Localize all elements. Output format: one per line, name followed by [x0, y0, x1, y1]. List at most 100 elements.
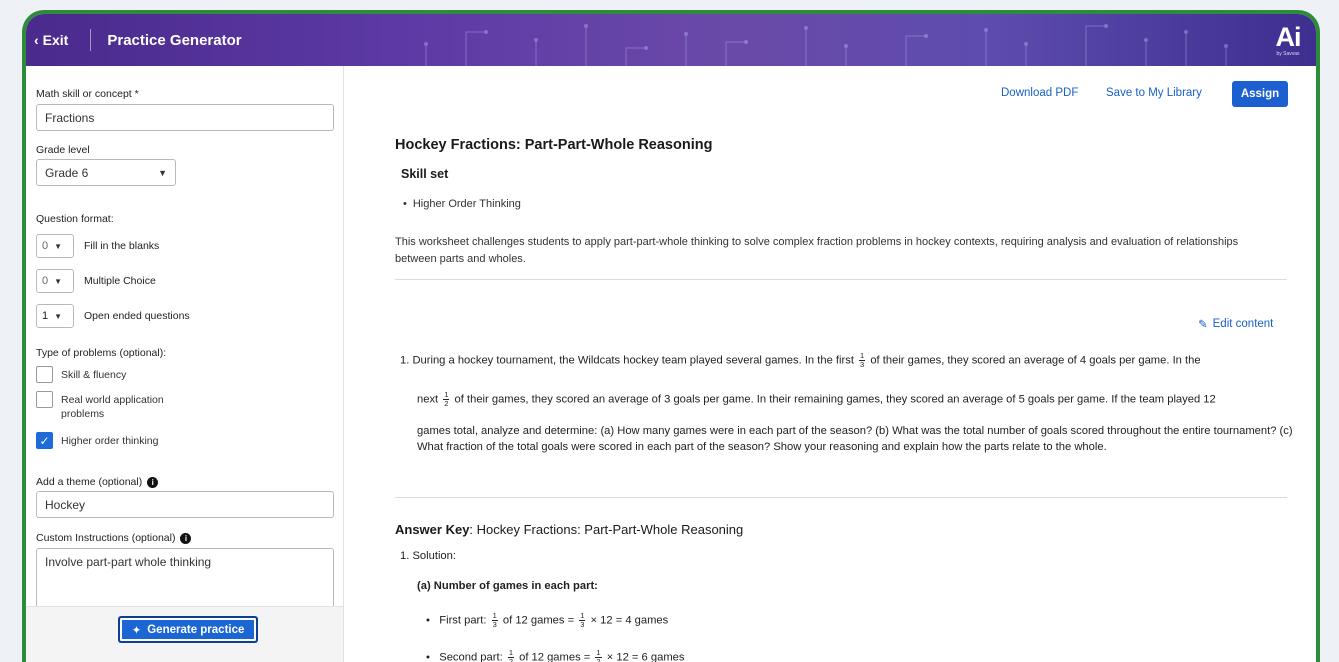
answer-text: of 12 games =	[502, 614, 575, 627]
skill-label: Math skill or concept *	[36, 88, 139, 100]
custom-label: Custom Instructions (optional)	[36, 532, 176, 544]
multiple-choice-count-select[interactable]: 0 ▼	[36, 269, 74, 293]
chevron-left-icon: ‹	[34, 32, 39, 48]
answer-line-1: • First part: 13 of 12 games = 13 × 12 =…	[426, 612, 668, 629]
type-higher-order[interactable]: ✓ Higher order thinking	[36, 432, 158, 449]
fraction-one-half: 12	[443, 391, 450, 408]
question-text: next	[417, 393, 439, 406]
edit-content-label: Edit content	[1212, 318, 1274, 330]
format-label: Question format:	[36, 213, 114, 225]
fraction-denominator: 3	[492, 620, 497, 629]
worksheet-description: This worksheet challenges students to ap…	[395, 236, 1239, 265]
fraction-one-half: 12	[507, 649, 514, 662]
divider	[395, 497, 1287, 498]
open-ended-label: Open ended questions	[84, 310, 190, 322]
part-a-label: (a) Number of games in each part:	[417, 580, 598, 592]
answer-line-2: • Second part: 12 of 12 games = 12 × 12 …	[426, 649, 684, 662]
top-header: ‹ Exit Practice Generator Ai by Savvas	[26, 14, 1316, 66]
solution-label: 1. Solution:	[400, 550, 456, 562]
bullet: •	[426, 651, 437, 662]
question-line-3: games total, analyze and determine: (a) …	[417, 425, 1293, 453]
type-skill-fluency[interactable]: Skill & fluency	[36, 366, 126, 383]
generate-practice-button[interactable]: ✦ Generate practice	[118, 616, 258, 643]
fraction-one-third: 13	[491, 612, 498, 629]
settings-sidebar: Math skill or concept * Fractions Grade …	[26, 66, 344, 662]
app-window: ‹ Exit Practice Generator Ai by Savvas M…	[22, 10, 1320, 662]
fraction-denominator: 3	[580, 620, 585, 629]
logo-subtext: by Savvas	[1276, 51, 1300, 57]
grade-label: Grade level	[36, 144, 90, 156]
download-pdf-button[interactable]: Download PDF	[1001, 87, 1078, 99]
ai-logo: Ai by Savvas	[1268, 20, 1308, 60]
skill-fluency-label: Skill & fluency	[61, 369, 127, 381]
fraction-one-third: 13	[579, 612, 586, 629]
chevron-down-icon: ▼	[54, 311, 63, 321]
info-icon[interactable]: i	[147, 476, 159, 488]
answer-key-title: Answer Key: Hockey Fractions: Part-Part-…	[395, 522, 743, 537]
theme-label-row: Add a theme (optional) i	[36, 476, 159, 488]
checkmark-icon: ✓	[39, 433, 50, 448]
question-text: of their games, they scored an average o…	[454, 393, 1216, 406]
question-line-1: 1. During a hockey tournament, the Wildc…	[400, 352, 1300, 369]
answer-text: × 12 = 4 games	[590, 614, 669, 627]
custom-label-row: Custom Instructions (optional) i	[36, 532, 192, 544]
fraction-denominator: 2	[596, 657, 601, 662]
fraction-one-half: 12	[595, 649, 602, 662]
open-ended-count: 1	[42, 310, 49, 322]
question-text: 1. During a hockey tournament, the Wildc…	[400, 354, 854, 367]
circuit-decoration	[424, 24, 1228, 66]
type-real-world[interactable]: Real world application problems	[36, 391, 206, 421]
exit-label: Exit	[42, 32, 69, 48]
format-row-multiple-choice: 0 ▼ Multiple Choice	[36, 269, 156, 293]
chevron-down-icon: ▼	[54, 241, 63, 251]
answer-text: Second part:	[439, 651, 503, 662]
real-world-label: Real world application problems	[61, 394, 164, 420]
multiple-choice-count: 0	[42, 275, 49, 287]
multiple-choice-label: Multiple Choice	[84, 275, 156, 287]
theme-input[interactable]: Hockey	[36, 491, 334, 518]
edit-content-button[interactable]: ✎ Edit content	[1198, 317, 1273, 331]
fraction-denominator: 2	[508, 657, 513, 662]
logo-text: Ai	[1275, 22, 1302, 52]
exit-button[interactable]: ‹ Exit	[26, 32, 68, 48]
pencil-icon: ✎	[1198, 319, 1208, 331]
info-icon[interactable]: i	[180, 532, 192, 544]
header-divider	[90, 29, 92, 51]
format-row-fill-blanks: 0 ▼ Fill in the blanks	[36, 234, 159, 258]
grade-select[interactable]: Grade 6 ▼	[36, 159, 176, 186]
answer-text: of 12 games =	[519, 651, 591, 662]
fill-blanks-count-select[interactable]: 0 ▼	[36, 234, 74, 258]
skill-set-heading: Skill set	[401, 167, 449, 181]
generate-bar: ✦ Generate practice	[26, 606, 343, 662]
fraction-denominator: 2	[444, 399, 449, 408]
answer-key-label: Answer Key	[395, 522, 470, 537]
worksheet-title: Hockey Fractions: Part-Part-Whole Reason…	[395, 137, 713, 153]
divider	[395, 279, 1287, 280]
grade-value: Grade 6	[45, 165, 89, 180]
bullet: •	[426, 614, 437, 627]
answer-text: First part:	[439, 614, 487, 627]
real-world-checkbox[interactable]	[36, 391, 53, 408]
answer-text: × 12 = 6 games	[606, 651, 685, 662]
open-ended-count-select[interactable]: 1 ▼	[36, 304, 74, 328]
assign-button[interactable]: Assign	[1232, 81, 1288, 107]
question-text: of their games, they scored an average o…	[870, 354, 1201, 367]
chevron-down-icon: ▼	[54, 276, 63, 286]
higher-order-label: Higher order thinking	[61, 435, 159, 447]
save-library-button[interactable]: Save to My Library	[1106, 87, 1202, 99]
fraction-one-third: 13	[859, 352, 866, 369]
chevron-down-icon: ▼	[158, 167, 167, 178]
worksheet-preview: Download PDF Save to My Library Assign H…	[344, 66, 1316, 662]
theme-label: Add a theme (optional)	[36, 476, 143, 488]
fill-blanks-count: 0	[42, 240, 49, 252]
question-line-2: next 12 of their games, they scored an a…	[417, 391, 1297, 408]
higher-order-checkbox[interactable]: ✓	[36, 432, 53, 449]
types-label: Type of problems (optional):	[36, 347, 167, 359]
skill-input[interactable]: Fractions	[36, 104, 334, 131]
skill-item: Higher Order Thinking	[403, 198, 521, 210]
format-row-open-ended: 1 ▼ Open ended questions	[36, 304, 190, 328]
page-title: Practice Generator	[107, 31, 242, 49]
skill-fluency-checkbox[interactable]	[36, 366, 53, 383]
generate-label: Generate practice	[147, 623, 245, 636]
answer-key-heading: : Hockey Fractions: Part-Part-Whole Reas…	[469, 522, 744, 537]
